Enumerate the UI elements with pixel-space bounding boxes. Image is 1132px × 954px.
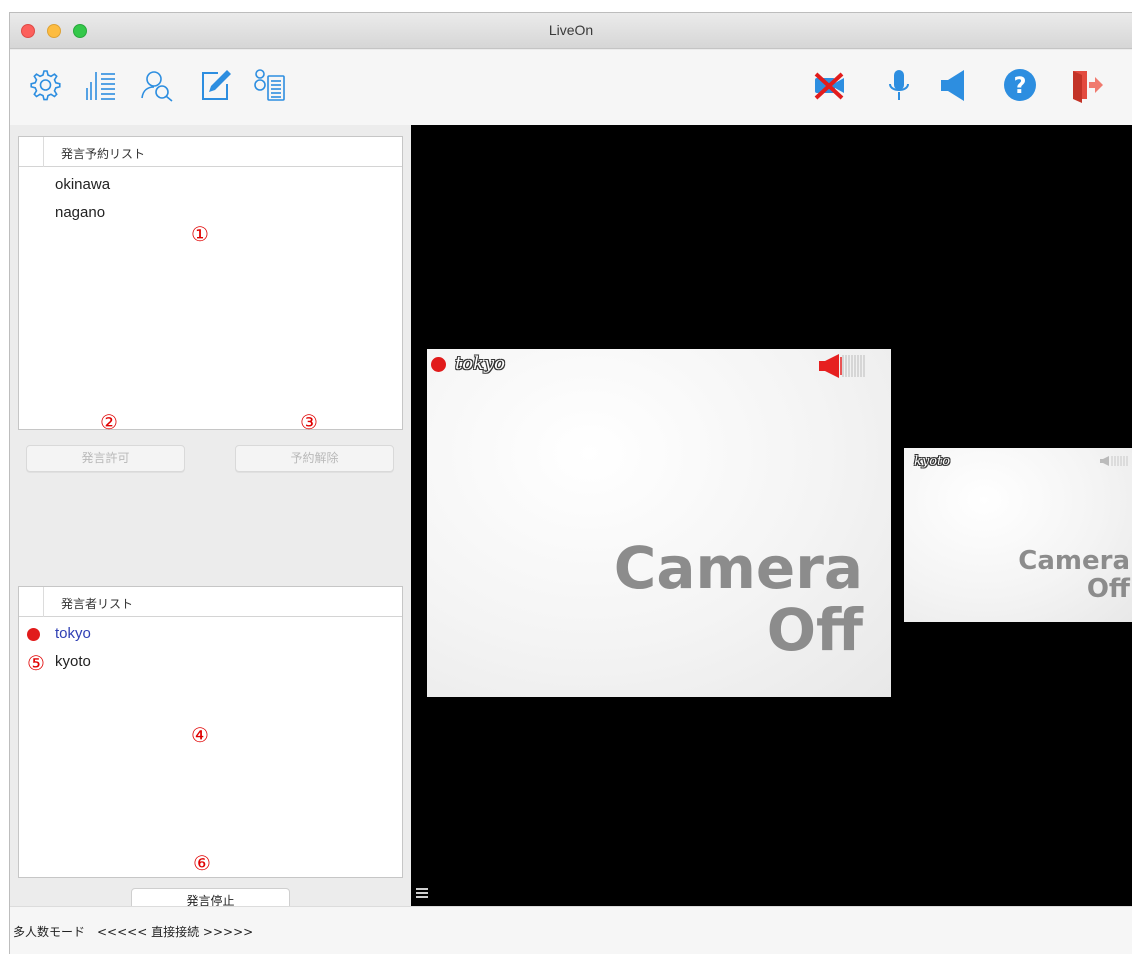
camera-off-line2: Off — [766, 596, 863, 664]
svg-text:?: ? — [1014, 74, 1027, 99]
camera-off-label: Camera Off — [1018, 548, 1130, 602]
exit-door-icon[interactable] — [1067, 66, 1105, 104]
annotation-4: ④ — [191, 723, 209, 747]
video-tile-kyoto[interactable]: kyoto Camera Off — [904, 448, 1132, 622]
gear-icon[interactable] — [25, 66, 63, 104]
window-title: LiveOn — [548, 22, 594, 38]
status-text: 多人数モード <<<<< 直接接続 >>>>> — [13, 925, 254, 939]
camera-off-icon[interactable] — [810, 66, 848, 104]
reservation-list-header: 発言予約リスト — [19, 137, 402, 167]
tile-name: tokyo — [455, 353, 506, 375]
annotation-5: ⑤ — [27, 651, 45, 675]
speaker-list-item-kyoto[interactable]: kyoto — [19, 648, 402, 676]
edit-pen-icon[interactable] — [196, 66, 234, 104]
annotation-6: ⑥ — [193, 851, 211, 875]
reservation-list: 発言予約リスト okinawa nagano ① — [18, 136, 403, 430]
annotation-2: ② — [100, 410, 118, 434]
speaker-name: kyoto — [55, 653, 91, 670]
allow-speech-button[interactable]: 発言許可 — [26, 445, 185, 472]
recording-dot-icon — [27, 628, 40, 641]
video-tile-tokyo[interactable]: tokyo Camera Off — [427, 349, 891, 697]
speaker-icon[interactable] — [936, 66, 974, 104]
participants-list-icon[interactable] — [250, 66, 288, 104]
app-window: LiveOn ? 発言予約リスト okinawa nagano ① ② ③ 発言… — [9, 12, 1132, 954]
microphone-icon[interactable] — [880, 66, 918, 104]
camera-off-line2: Off — [1086, 574, 1130, 604]
search-user-icon[interactable] — [138, 66, 176, 104]
hamburger-menu-icon[interactable] — [416, 888, 428, 898]
status-bar: 多人数モード <<<<< 直接接続 >>>>> — [10, 906, 1132, 954]
title-bar: LiveOn — [10, 13, 1132, 49]
toolbar: ? — [10, 50, 1132, 125]
left-pane: 発言予約リスト okinawa nagano ① ② ③ 発言許可 予約解除 発… — [10, 125, 411, 915]
help-icon[interactable]: ? — [1001, 66, 1039, 104]
recording-dot-icon — [431, 357, 446, 372]
video-area: tokyo Camera Off kyoto Camera Off — [411, 125, 1132, 906]
annotation-3: ③ — [300, 410, 318, 434]
camera-off-line1: Camera — [1018, 546, 1130, 576]
speaker-list: 発言者リスト tokyo kyoto ④ ⑥ — [18, 586, 403, 878]
speaker-list-header: 発言者リスト — [19, 587, 402, 617]
annotation-1: ① — [191, 222, 209, 246]
speaker-name: tokyo — [55, 625, 91, 642]
camera-off-label: Camera Off — [614, 539, 863, 659]
reservation-list-item[interactable]: okinawa — [19, 171, 402, 199]
tile-name: kyoto — [913, 454, 951, 470]
cancel-reservation-button[interactable]: 予約解除 — [235, 445, 394, 472]
camera-off-line1: Camera — [613, 534, 863, 602]
equalizer-list-icon[interactable] — [81, 66, 119, 104]
volume-level-icon — [819, 354, 865, 378]
speaker-list-item-tokyo[interactable]: tokyo — [19, 620, 402, 648]
volume-level-icon — [1100, 456, 1128, 466]
